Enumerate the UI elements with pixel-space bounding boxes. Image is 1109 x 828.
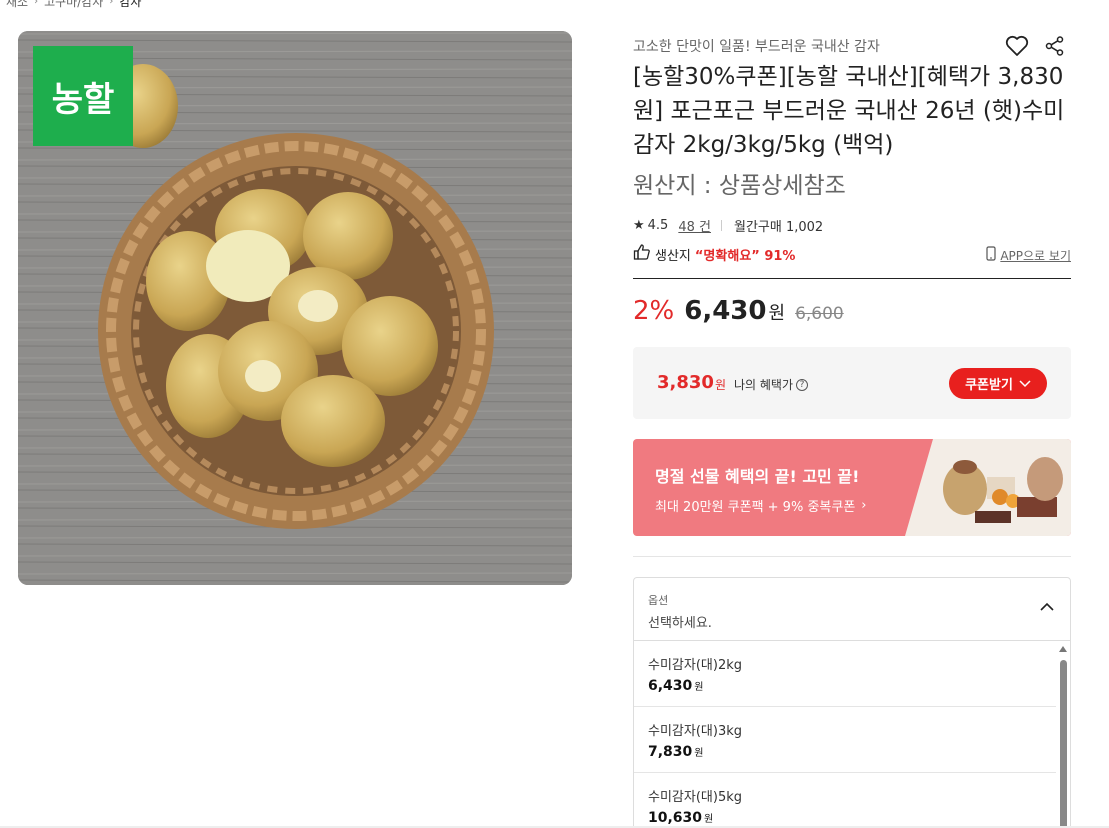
benefit-price: 3,830 (657, 372, 714, 393)
monthly-sales: 월간구매 1,002 (733, 220, 824, 235)
benefit-price-box: 3,830 원 나의 혜택가 ? 쿠폰받기 (633, 347, 1071, 419)
chevron-right-icon: › (34, 0, 39, 7)
thumbs-up-icon (633, 243, 651, 265)
banner-subtitle: 최대 20만원 쿠폰팩 + 9% 중복쿠폰 › (655, 496, 866, 515)
option-name: 수미감자(대)2kg (648, 658, 742, 673)
scroll-up-icon[interactable] (1059, 646, 1067, 652)
option-item[interactable]: 수미감자(대)2kg 6,430 원 (634, 641, 1056, 707)
chevron-down-icon (1019, 379, 1031, 387)
divider (633, 278, 1071, 279)
sale-price: 6,430 (684, 296, 767, 326)
product-image: 농할 (18, 31, 572, 585)
chevron-up-icon (1040, 602, 1054, 611)
option-item[interactable]: 수미감자(대)5kg 10,630 원 (634, 773, 1056, 828)
option-name: 수미감자(대)3kg (648, 724, 742, 739)
option-price-value: 10,630 (648, 810, 703, 826)
option-price: 10,630 원 (648, 810, 713, 826)
scroll-thumb[interactable] (1060, 660, 1067, 828)
original-price: 6,600 (795, 304, 844, 324)
option-placeholder: 선택하세요. (648, 616, 712, 631)
freshness-label: 생산지 (655, 248, 691, 264)
breadcrumb: 채소 › 고구마/감자 › 감자 (6, 0, 141, 10)
star-icon: ★ (633, 218, 645, 233)
breadcrumb-item-sweetpotato-potato[interactable]: 고구마/감자 (44, 0, 103, 10)
product-origin: 원산지 : 상품상세참조 (633, 173, 846, 199)
chevron-right-icon: › (109, 0, 114, 7)
benefit-label: 나의 혜택가 ? (734, 376, 809, 393)
phone-icon (986, 246, 996, 264)
option-price: 7,830 원 (648, 744, 704, 760)
benefit-label-text: 나의 혜택가 (734, 378, 794, 392)
price-unit: 원 (768, 303, 786, 324)
freshness-rating: 생산지 “명확해요” 91% (633, 243, 795, 265)
freshness-value: “명확해요” 91% (694, 248, 796, 264)
option-item[interactable]: 수미감자(대)3kg 7,830 원 (634, 707, 1056, 773)
banner-subtitle-text: 최대 20만원 쿠폰팩 + 9% 중복쿠폰 (655, 500, 856, 515)
option-dropdown-header[interactable]: 옵션 선택하세요. (634, 578, 1070, 641)
chevron-right-icon: › (861, 498, 867, 513)
coupon-button-label: 쿠폰받기 (965, 378, 1013, 393)
help-icon[interactable]: ? (796, 378, 809, 391)
discount-rate: 2% (633, 296, 675, 326)
rating-score: 4.5 (647, 218, 669, 233)
option-price-unit: 원 (694, 748, 704, 759)
price-row: 2% 6,430 원 6,600 (633, 296, 844, 326)
option-name: 수미감자(대)5kg (648, 790, 742, 805)
divider (720, 220, 722, 231)
option-scrollbar[interactable] (1059, 646, 1067, 828)
divider (633, 556, 1071, 557)
option-price-unit: 원 (704, 814, 714, 825)
option-price-value: 6,430 (648, 678, 693, 694)
review-count-link[interactable]: 48 건 (678, 216, 711, 235)
option-label: 옵션 (648, 594, 669, 607)
coupon-download-button[interactable]: 쿠폰받기 (949, 368, 1047, 399)
product-subtitle: 고소한 단맛이 일품! 부드러운 국내산 감자 (633, 39, 880, 55)
product-title: [농할30%쿠폰][농할 국내산][혜택가 3,830원] 포근포근 부드러운 … (633, 64, 1065, 158)
heart-icon[interactable] (1005, 34, 1029, 58)
breadcrumb-item-vegetables[interactable]: 채소 (6, 0, 28, 10)
benefit-price-unit: 원 (715, 378, 727, 392)
app-view-link[interactable]: APP으로 보기 (986, 246, 1071, 264)
option-select: 옵션 선택하세요. 수미감자(대)2kg 6,430 원 수미감자(대)3kg 7… (633, 577, 1071, 828)
rating-row: ★ 4.5 48 건 월간구매 1,002 (633, 216, 823, 235)
promo-banner[interactable]: 명절 선물 혜택의 끝! 고민 끝! 최대 20만원 쿠폰팩 + 9% 중복쿠폰… (633, 439, 1071, 536)
option-price: 6,430 원 (648, 678, 704, 694)
banner-title: 명절 선물 혜택의 끝! 고민 끝! (655, 467, 860, 486)
brand-logo: 농할 (33, 46, 133, 146)
share-icon[interactable] (1043, 34, 1067, 58)
app-view-label: APP으로 보기 (1000, 248, 1071, 263)
gift-set-image (905, 439, 1071, 536)
option-price-unit: 원 (694, 682, 704, 693)
breadcrumb-item-potato[interactable]: 감자 (119, 0, 141, 10)
option-price-value: 7,830 (648, 744, 693, 760)
